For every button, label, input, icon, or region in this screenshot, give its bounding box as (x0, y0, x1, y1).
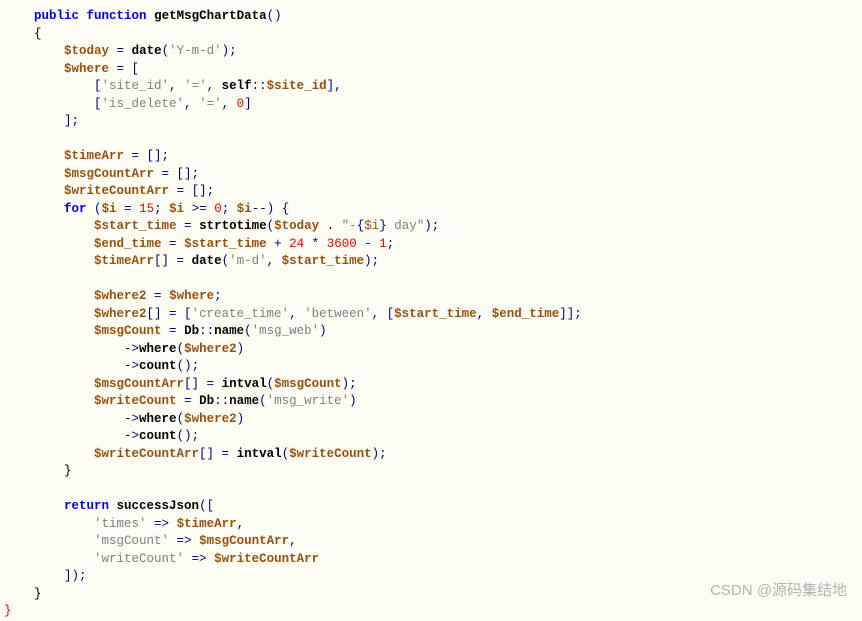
code-block: public function getMsgChartData() { $tod… (4, 8, 862, 621)
keyword-function: function (87, 9, 147, 23)
function-name: getMsgChartData (154, 9, 267, 23)
keyword-public: public (34, 9, 79, 23)
